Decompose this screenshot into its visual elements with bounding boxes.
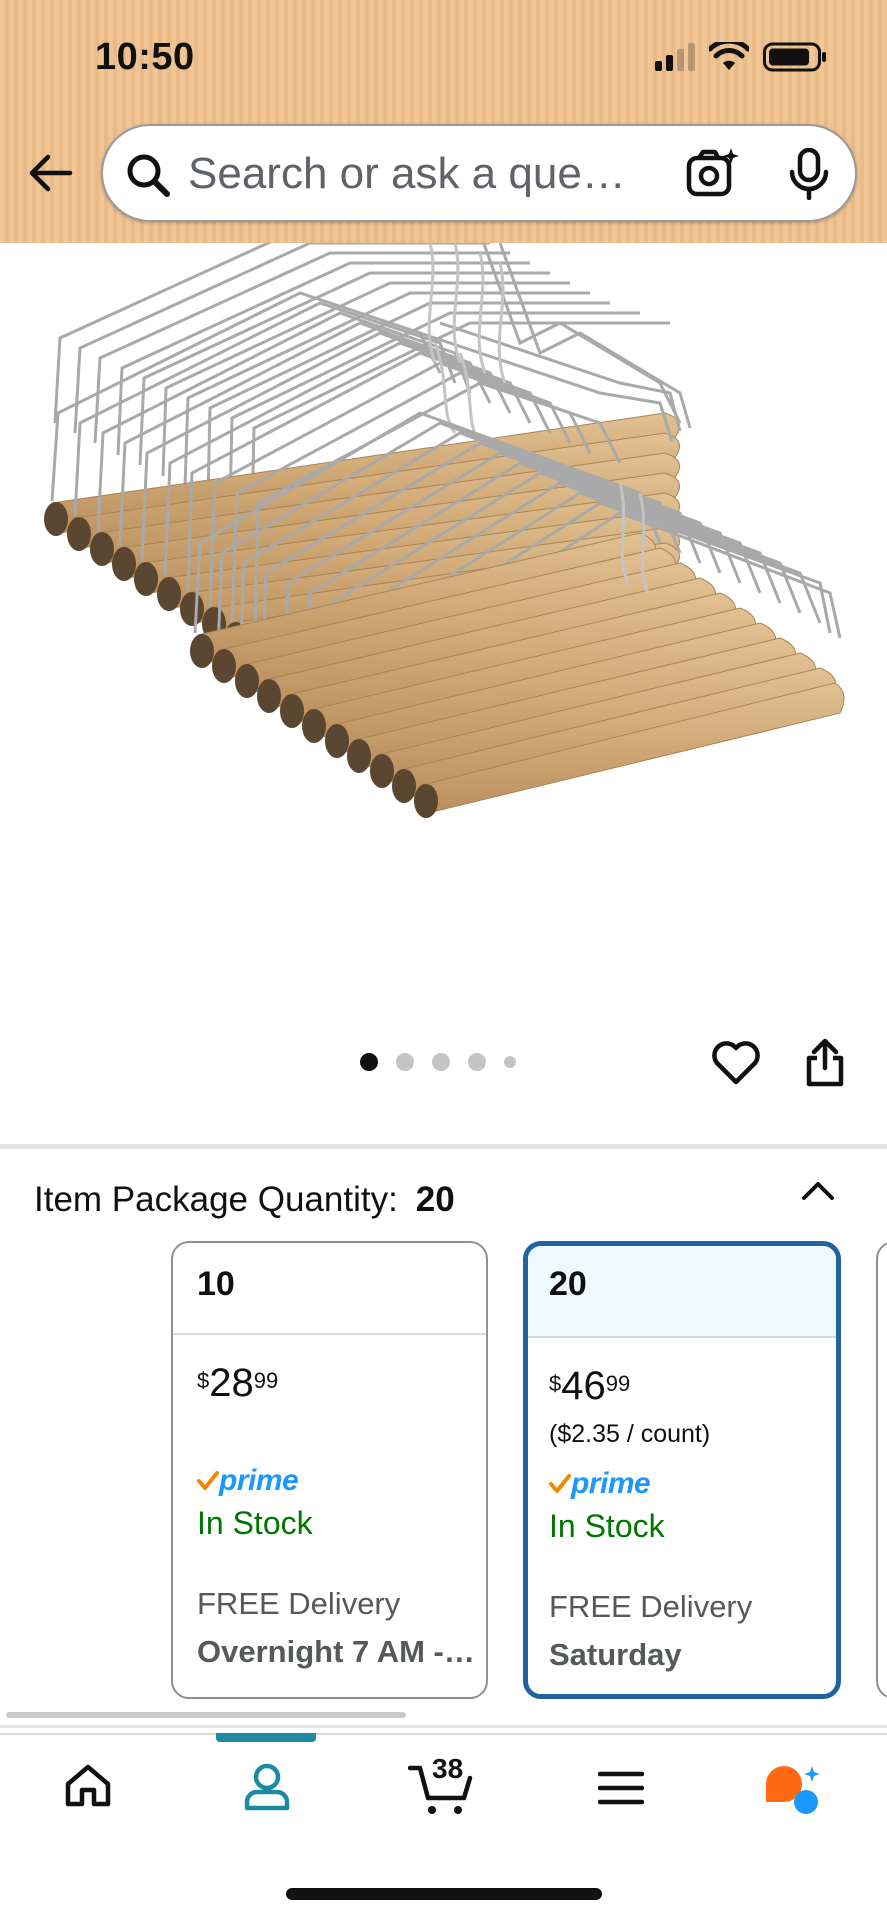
heart-icon [712,1041,760,1085]
price-per-count [197,1417,486,1447]
camera-lens-icon[interactable] [685,146,739,200]
home-indicator-bar [286,1888,602,1900]
quantity-option-next[interactable] [876,1241,887,1699]
nav-home[interactable] [64,1762,112,1815]
delivery-date: Overnight 7 AM - … [197,1634,477,1669]
option-price: $4699 [549,1364,836,1408]
wifi-icon [709,42,749,70]
carousel-dot[interactable] [396,1053,414,1071]
account-icon [244,1763,290,1811]
delivery-label: FREE Delivery [197,1586,401,1621]
section-divider [0,1144,887,1149]
prime-label: prime [571,1467,651,1500]
quantity-option-10[interactable]: 10 $2899 prime In Stock FREE Delivery Ov… [171,1241,488,1699]
nav-menu[interactable] [597,1770,645,1811]
microphone-icon[interactable] [789,148,829,200]
search-bar[interactable] [101,124,857,222]
option-quantity: 20 [528,1246,836,1338]
delivery-label: FREE Delivery [549,1589,753,1624]
image-carousel-dots[interactable] [360,1053,516,1071]
quantity-selected-value: 20 [415,1180,455,1219]
share-icon [806,1038,844,1087]
price-cents: 99 [605,1371,631,1396]
home-icon [65,1764,111,1807]
status-time: 10:50 [95,36,195,78]
quantity-option-20[interactable]: 20 $4699 ($2.35 / count) prime In Stock … [523,1241,841,1699]
search-input[interactable] [188,144,758,204]
chevron-up-icon [802,1182,834,1200]
stock-status: In Stock [197,1505,313,1541]
delivery-date: Saturday [549,1637,682,1672]
prime-label: prime [219,1464,299,1497]
header: 10:50 [0,0,887,243]
add-to-list-button[interactable] [711,1040,761,1091]
menu-hamburger-icon [597,1771,645,1805]
section-divider [0,1725,887,1728]
option-price: $2899 [197,1361,486,1405]
status-icons [653,42,827,72]
back-button[interactable] [22,145,78,201]
price-symbol: $ [197,1368,210,1393]
cart-count-badge: 38 [432,1753,464,1784]
price-whole: 46 [561,1364,606,1408]
collapse-quantity-button[interactable] [800,1172,836,1213]
price-per-count: ($2.35 / count) [549,1420,711,1448]
item-package-quantity-label: Item Package Quantity: 20 [34,1180,455,1220]
nav-active-indicator [216,1733,316,1742]
prime-badge: prime [549,1464,836,1504]
prime-badge: prime [197,1461,486,1501]
nav-rufus[interactable] [764,1764,824,1821]
price-symbol: $ [549,1371,562,1396]
carousel-dot[interactable] [360,1053,378,1071]
nav-account[interactable] [242,1762,292,1817]
product-image[interactable] [0,243,887,1003]
carousel-dot[interactable] [432,1053,450,1071]
price-cents: 99 [253,1368,279,1393]
price-whole: 28 [209,1361,254,1405]
prime-check-icon [549,1474,571,1493]
cellular-signal-icon [655,43,695,71]
hangers-product-photo [44,243,845,818]
share-button[interactable] [804,1038,846,1093]
options-scrollbar[interactable] [6,1712,406,1718]
back-arrow-icon [29,154,73,192]
carousel-dot[interactable] [468,1053,486,1071]
prime-check-icon [197,1471,219,1490]
search-icon [127,154,170,197]
battery-icon [763,42,826,72]
stock-status: In Stock [549,1508,665,1544]
carousel-dot[interactable] [504,1056,516,1068]
option-quantity: 10 [173,1243,486,1335]
rufus-ai-assistant-icon [766,1766,820,1814]
quantity-label-text: Item Package Quantity: [34,1180,398,1219]
